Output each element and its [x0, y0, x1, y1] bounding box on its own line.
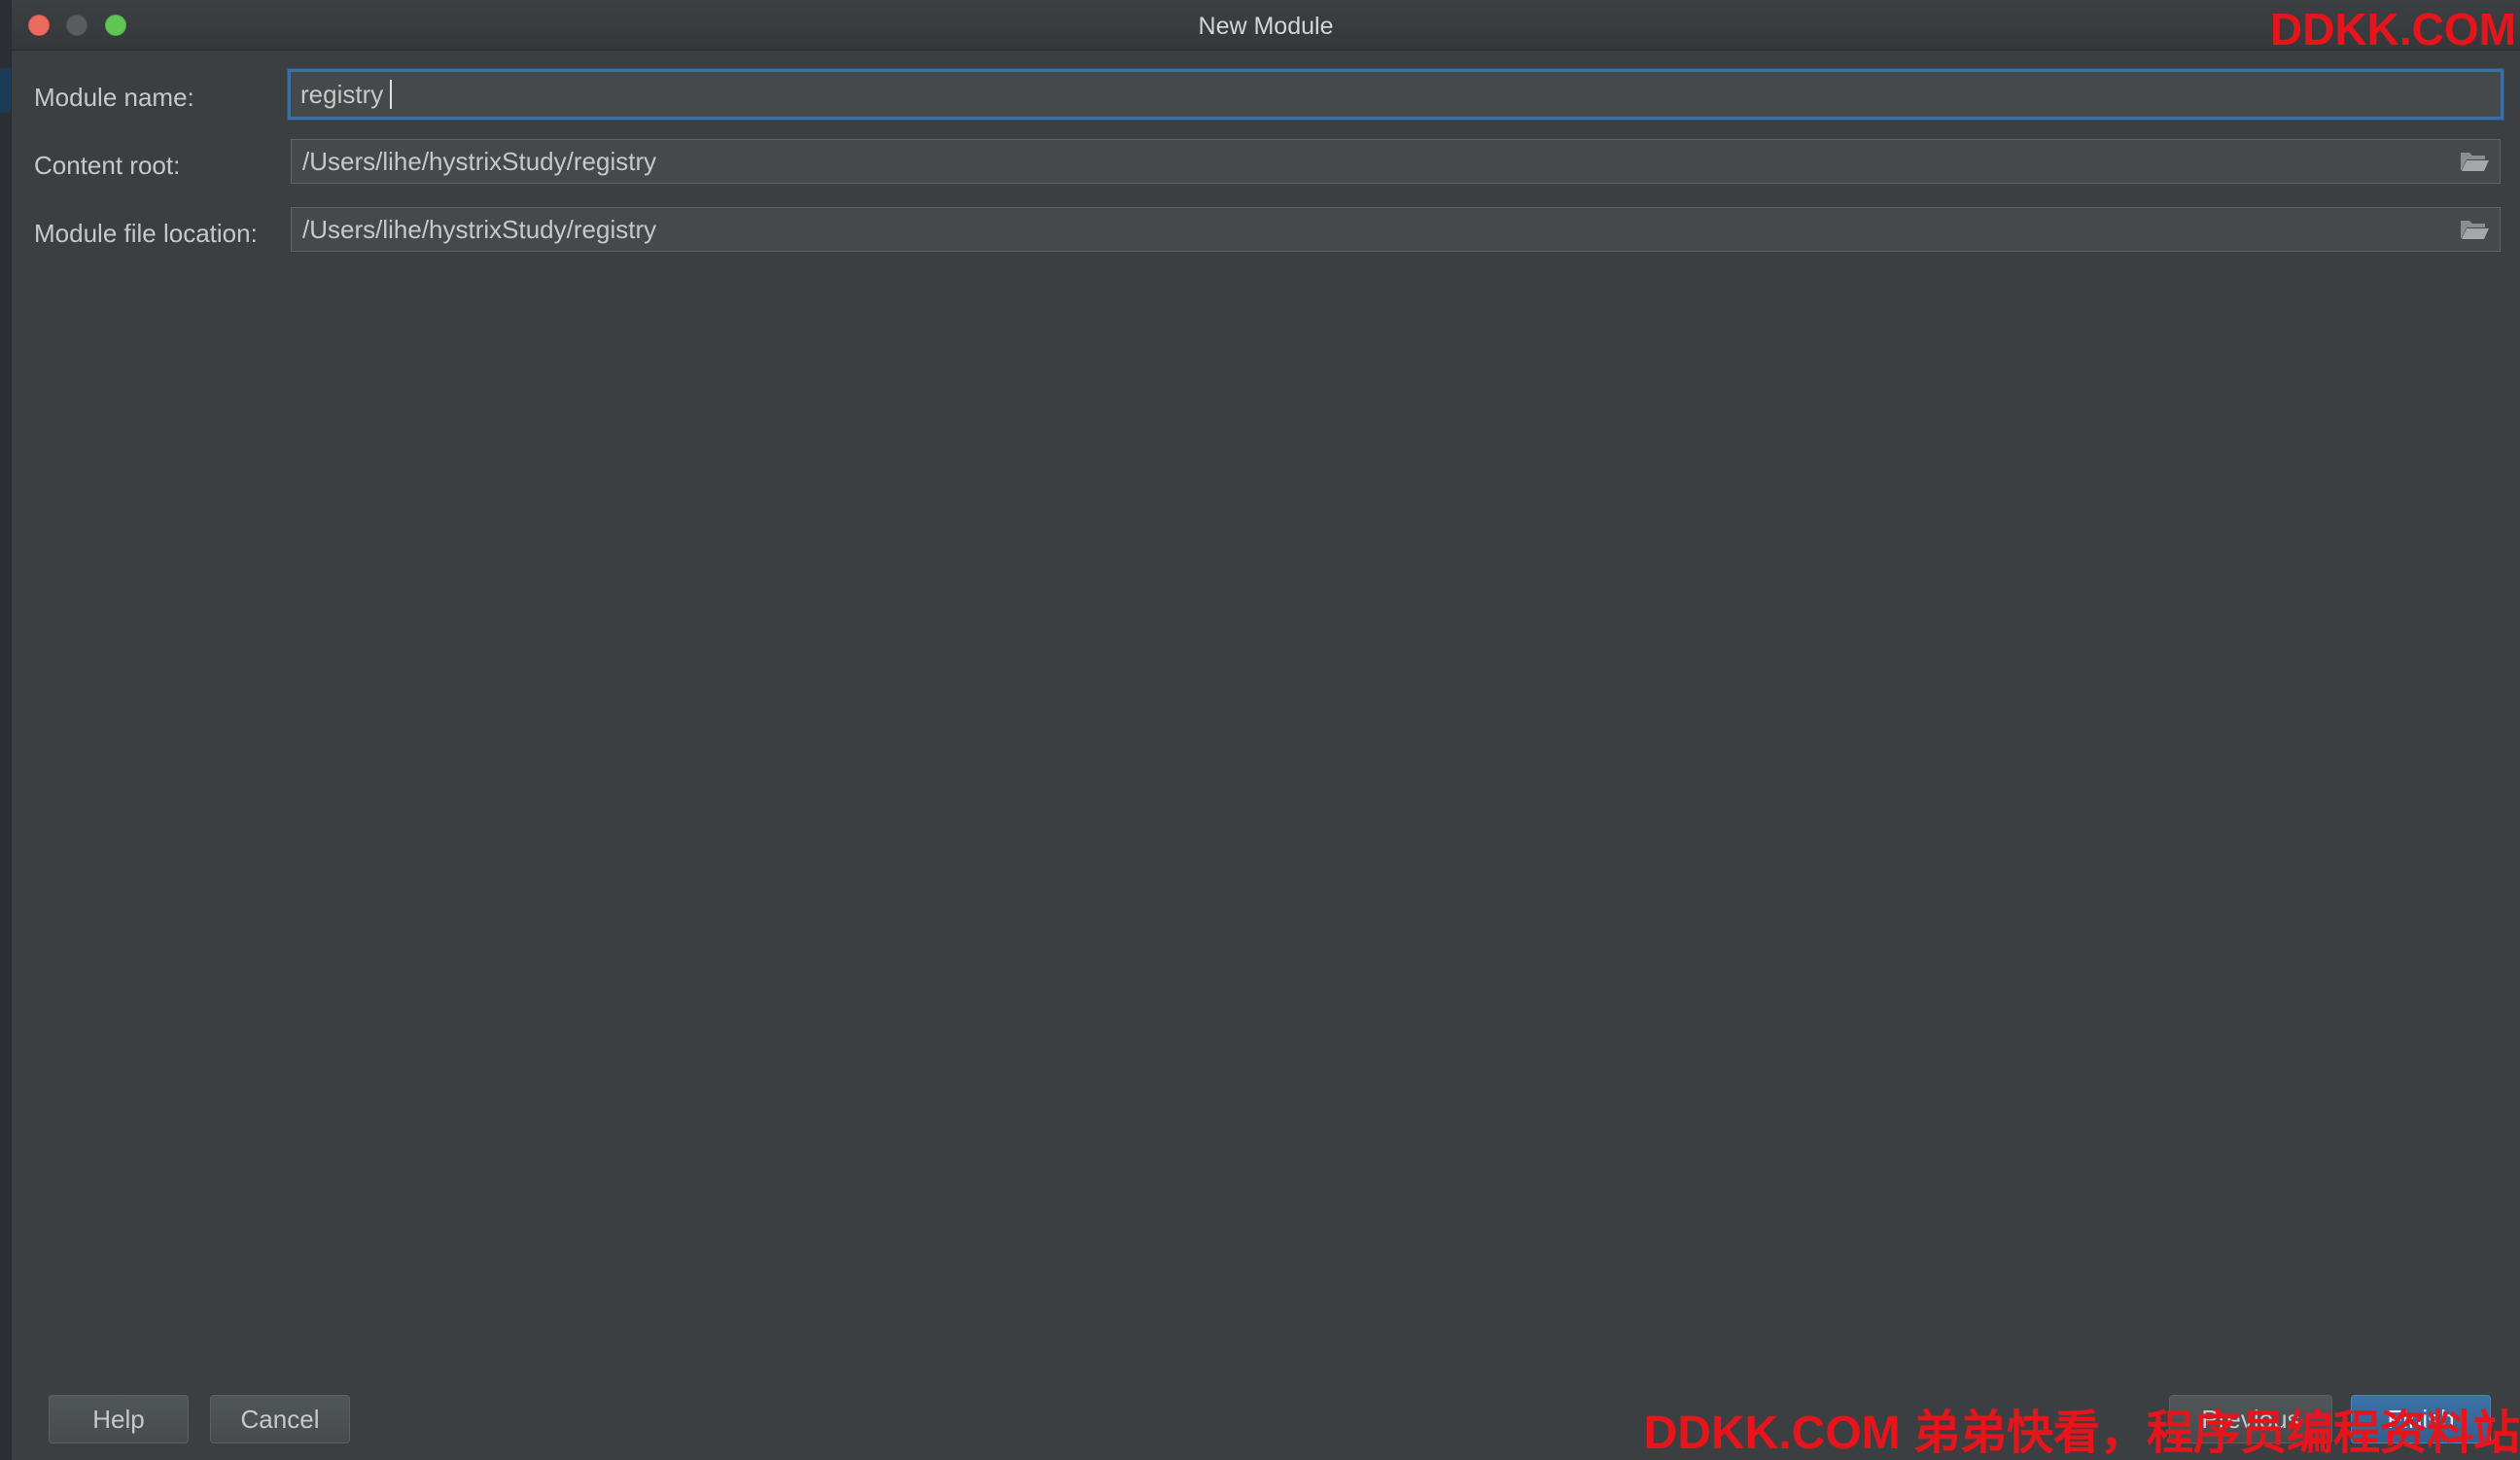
- background-ide-edge: [0, 0, 11, 1460]
- window-title: New Module: [1198, 13, 1334, 40]
- module-file-location-input[interactable]: [292, 208, 2500, 251]
- content-root-label: Content root:: [34, 151, 181, 180]
- module-file-location-field[interactable]: [291, 207, 2501, 252]
- watermark-top: DDKK.COM: [2270, 4, 2516, 54]
- folder-open-icon[interactable]: [2459, 217, 2490, 242]
- module-name-label: Module name:: [34, 83, 194, 112]
- content-root-input[interactable]: [292, 140, 2500, 183]
- content-root-field[interactable]: [291, 139, 2501, 184]
- folder-open-icon[interactable]: [2459, 149, 2490, 174]
- background-ide-accent: [0, 68, 11, 113]
- cancel-button[interactable]: Cancel: [210, 1395, 350, 1443]
- title-bar: New Module: [12, 0, 2520, 51]
- text-caret: [390, 80, 392, 109]
- watermark-bottom: DDKK.COM 弟弟快看，程序员编程资料站: [1643, 1408, 2520, 1459]
- help-button[interactable]: Help: [49, 1395, 189, 1443]
- module-name-field[interactable]: [288, 69, 2503, 120]
- new-module-dialog: New Module DDKK.COM Module name: Content…: [11, 0, 2520, 1460]
- module-file-location-label: Module file location:: [34, 219, 258, 248]
- module-name-input[interactable]: [291, 72, 2501, 117]
